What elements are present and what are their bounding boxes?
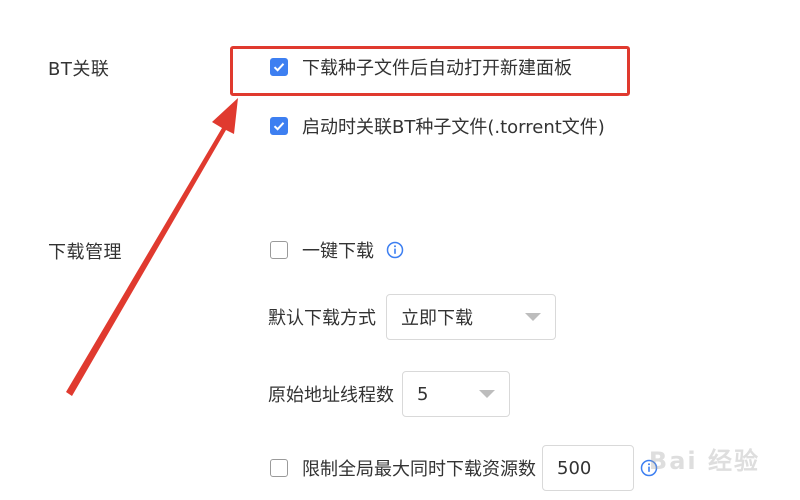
auto-open-panel-label: 下载种子文件后自动打开新建面板 xyxy=(302,58,572,79)
thread-count-value: 5 xyxy=(417,383,429,405)
associate-torrent-option[interactable]: 启动时关联BT种子文件(.torrent文件) xyxy=(270,113,605,139)
default-method-label: 默认下载方式 xyxy=(268,308,376,329)
info-icon[interactable] xyxy=(386,241,404,259)
limit-resources-label: 限制全局最大同时下载资源数 xyxy=(302,459,536,480)
limit-resources-option: 限制全局最大同时下载资源数 500 xyxy=(270,445,658,491)
default-method-row: 默认下载方式 立即下载 xyxy=(268,294,556,340)
thread-count-select[interactable]: 5 xyxy=(402,371,510,417)
auto-open-panel-option[interactable]: 下载种子文件后自动打开新建面板 xyxy=(270,54,572,80)
thread-count-label: 原始地址线程数 xyxy=(268,385,394,406)
chevron-down-icon xyxy=(525,313,541,321)
settings-page: BT关联 下载种子文件后自动打开新建面板 启动时关联BT种子文件(.torren… xyxy=(0,0,800,500)
info-icon[interactable] xyxy=(640,459,658,477)
limit-resources-checkbox[interactable] xyxy=(270,459,288,477)
associate-torrent-checkbox[interactable] xyxy=(270,117,288,135)
one-click-download-checkbox[interactable] xyxy=(270,241,288,259)
limit-resources-input[interactable]: 500 xyxy=(542,445,634,491)
check-icon xyxy=(273,63,285,72)
watermark: Bai 经验 xyxy=(648,447,760,475)
limit-resources-value: 500 xyxy=(557,457,592,479)
default-method-value: 立即下载 xyxy=(401,308,473,329)
one-click-download-label: 一键下载 xyxy=(302,241,374,262)
auto-open-panel-checkbox[interactable] xyxy=(270,58,288,76)
download-section-label: 下载管理 xyxy=(48,242,122,263)
chevron-down-icon xyxy=(479,390,495,398)
bt-section-label: BT关联 xyxy=(48,59,110,80)
default-method-select[interactable]: 立即下载 xyxy=(386,294,556,340)
one-click-download-option[interactable]: 一键下载 xyxy=(270,237,404,263)
associate-torrent-label: 启动时关联BT种子文件(.torrent文件) xyxy=(302,117,605,138)
check-icon xyxy=(273,122,285,131)
thread-count-row: 原始地址线程数 5 xyxy=(268,371,510,417)
